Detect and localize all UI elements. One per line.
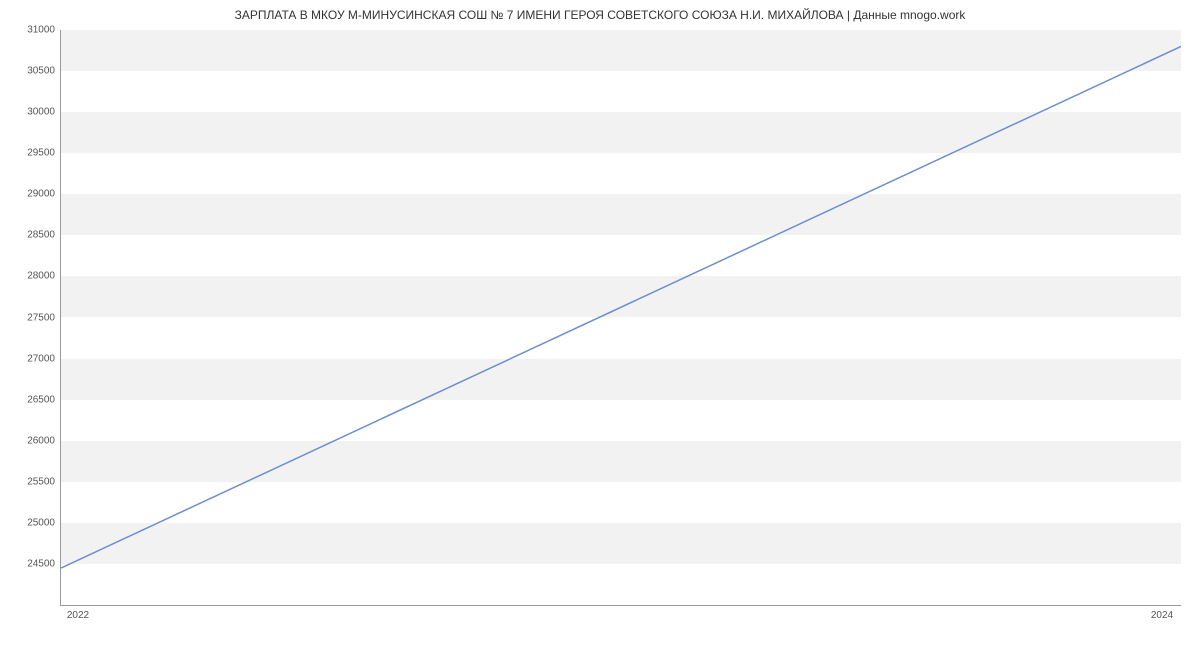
- y-tick-label: 27000: [5, 353, 55, 364]
- y-tick-label: 28500: [5, 230, 55, 241]
- y-tick-label: 30500: [5, 66, 55, 77]
- chart-title: ЗАРПЛАТА В МКОУ М-МИНУСИНСКАЯ СОШ № 7 ИМ…: [0, 8, 1200, 22]
- chart-line-layer: [61, 30, 1181, 605]
- y-tick-label: 27500: [5, 312, 55, 323]
- y-tick-label: 31000: [5, 25, 55, 36]
- plot-area: [60, 30, 1181, 606]
- y-tick-label: 26000: [5, 435, 55, 446]
- y-tick-label: 26500: [5, 394, 55, 405]
- y-tick-label: 24500: [5, 558, 55, 569]
- plot-inner: [61, 30, 1181, 605]
- x-tick-label: 2022: [67, 610, 89, 621]
- x-tick-label: 2024: [1151, 610, 1173, 621]
- chart-series-line: [61, 46, 1181, 568]
- chart-container: ЗАРПЛАТА В МКОУ М-МИНУСИНСКАЯ СОШ № 7 ИМ…: [0, 0, 1200, 650]
- y-tick-label: 28000: [5, 271, 55, 282]
- y-tick-label: 29000: [5, 189, 55, 200]
- y-tick-label: 29500: [5, 148, 55, 159]
- y-tick-label: 25000: [5, 517, 55, 528]
- y-tick-label: 25500: [5, 476, 55, 487]
- y-tick-label: 30000: [5, 107, 55, 118]
